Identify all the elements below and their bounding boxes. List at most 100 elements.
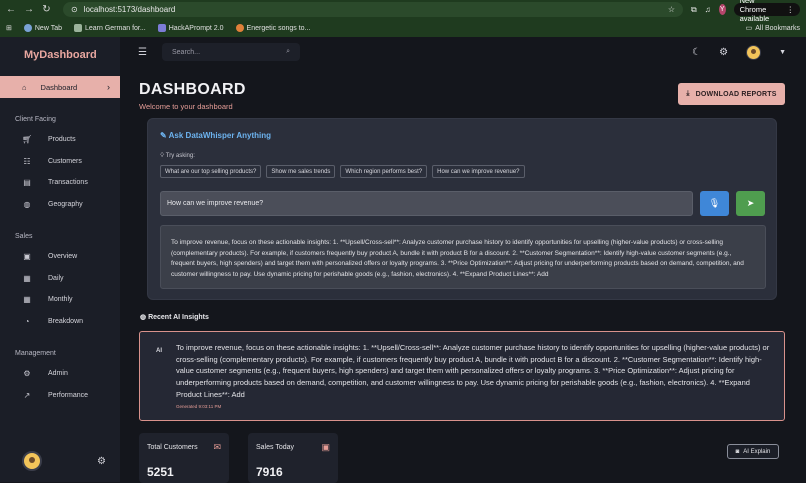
send-icon: ➤ (746, 198, 755, 208)
send-button[interactable]: ➤ (736, 191, 765, 216)
page-subtitle: Welcome to your dashboard (139, 102, 233, 111)
question-input[interactable]: How can we improve revenue? (160, 191, 693, 216)
suggestion-chip[interactable]: How can we improve revenue? (432, 165, 525, 178)
address-bar[interactable]: ⊙ localhost:5173/dashboard ☆ (62, 2, 683, 17)
section-title-sales: Sales (15, 233, 33, 240)
all-bookmarks[interactable]: ▭ All Bookmarks (745, 24, 800, 33)
sidebar-item-breakdown[interactable]: ◔ Breakdown (0, 311, 120, 333)
suggestion-chip[interactable]: What are our top selling products? (160, 165, 262, 178)
profile-avatar[interactable]: Y (718, 4, 726, 15)
bookmark-new-tab[interactable]: New Tab (23, 24, 62, 32)
suggestion-chip[interactable]: Show me sales trends (266, 165, 336, 178)
bookmark-learn-german[interactable]: Learn German for... (73, 24, 146, 32)
sidebar-footer: ⚙ (0, 440, 120, 482)
settings-icon[interactable]: ⚙ (719, 47, 728, 58)
bookmark-energetic-songs[interactable]: Energetic songs to... (235, 24, 311, 32)
dark-mode-icon[interactable]: ☾ (692, 47, 701, 58)
point-of-sale-icon: ▣ (321, 442, 330, 452)
sidebar-item-label: Transactions (48, 179, 88, 187)
sidebar-item-label: Products (48, 136, 76, 144)
app: MyDashboard ⌂ Dashboard › Client Facing … (0, 37, 806, 483)
topbar: ☰ Search... ⌕ ☾ ⚙ ▼ (120, 37, 806, 67)
stat-value: 7916 (256, 465, 283, 479)
sidebar-item-overview[interactable]: ▣ Overview (0, 246, 120, 268)
chevron-right-icon: › (107, 82, 110, 92)
bookmark-label: Energetic songs to... (246, 24, 311, 32)
lightbulb-icon: 💡︎ (160, 153, 165, 159)
profile-avatar[interactable] (746, 44, 762, 60)
bookmark-icon (235, 24, 244, 32)
media-icon[interactable]: ♫ (705, 5, 711, 14)
ask-panel: ✎ Ask DataWhisper Anything 💡︎ Try asking… (147, 118, 777, 300)
point-of-sale-icon: ▣ (23, 252, 31, 262)
stat-value: 5251 (147, 465, 174, 479)
sidebar-item-customers[interactable]: ☷ Customers (0, 151, 120, 173)
sidebar-item-label: Admin (48, 370, 68, 378)
ai-badge: AI (156, 348, 162, 354)
sidebar-item-label: Monthly (48, 296, 73, 304)
sidebar-item-label: Performance (48, 391, 89, 399)
sidebar-item-dashboard[interactable]: ⌂ Dashboard › (0, 76, 120, 98)
cart-icon: 🛒︎ (22, 135, 33, 145)
url-text: localhost:5173/dashboard (83, 5, 176, 14)
suggestion-chip[interactable]: Which region performs best? (340, 165, 428, 178)
receipt-icon: ▤ (23, 178, 31, 188)
section-title-management: Management (15, 350, 56, 357)
download-icon: ⤓ (686, 90, 690, 97)
bookmark-label: HackAPrompt 2.0 (168, 24, 224, 32)
search-icon[interactable]: ⌕ (286, 48, 290, 56)
suggestion-chips: What are our top selling products? Show … (160, 165, 525, 178)
globe-icon (23, 24, 32, 32)
sidebar-item-label: Overview (48, 253, 78, 261)
ai-explain-label: AI Explain (743, 448, 771, 455)
forward-icon[interactable]: → (24, 4, 34, 15)
download-reports-button[interactable]: ⤓ DOWNLOAD REPORTS (678, 83, 785, 105)
ask-title: ✎ Ask DataWhisper Anything (160, 131, 271, 140)
sidebar-item-admin[interactable]: ⚙ Admin (0, 363, 120, 385)
reload-icon[interactable]: ↻ (42, 4, 51, 15)
sidebar-item-label: Dashboard (40, 82, 78, 92)
sidebar-item-label: Customers (48, 157, 82, 165)
folder-icon: ▭ (745, 25, 753, 32)
ask-title-text: Ask DataWhisper Anything (168, 131, 272, 140)
globe-icon: ◍ (23, 199, 31, 209)
answer-box: To improve revenue, focus on these actio… (160, 225, 766, 289)
chrome-update-button[interactable]: New Chrome available ⋮ (733, 0, 800, 23)
insight-text: To improve revenue, focus on these actio… (176, 343, 770, 399)
recent-insights-label: Recent AI Insights (148, 314, 209, 321)
ai-explain-button[interactable]: ◙ AI Explain (727, 444, 779, 459)
page-title: DASHBOARD (139, 81, 246, 98)
home-icon: ⌂ (22, 82, 27, 92)
settings-icon[interactable]: ⚙ (97, 456, 106, 467)
sidebar-item-label: Daily (48, 274, 64, 282)
star-icon[interactable]: ☆ (668, 5, 675, 14)
admin-icon: ⚙ (23, 369, 31, 379)
sidebar-item-daily[interactable]: ▦ Daily (0, 268, 120, 290)
sidebar-item-performance[interactable]: ↗ Performance (0, 385, 120, 407)
sidebar-item-transactions[interactable]: ▤ Transactions (0, 172, 120, 194)
extensions-icon[interactable]: ⧉ (691, 5, 697, 15)
page-header: DASHBOARD Welcome to your dashboard (139, 81, 246, 111)
browser-toolbar: ← → ↻ ⊙ localhost:5173/dashboard ☆ ⧉ ♫ Y… (0, 0, 806, 23)
site-info-icon[interactable]: ⊙ (71, 5, 78, 14)
download-label: DOWNLOAD REPORTS (695, 90, 777, 98)
apps-icon[interactable]: ⊞ (6, 24, 12, 32)
insight-card: AI To improve revenue, focus on these ac… (139, 331, 785, 421)
stat-card-total-customers: Total Customers ✉ 5251 (139, 433, 229, 483)
search-input[interactable]: Search... ⌕ (162, 43, 300, 61)
user-avatar[interactable] (22, 451, 42, 471)
sidebar-item-monthly[interactable]: ▦ Monthly (0, 289, 120, 311)
microphone-button[interactable]: 🎙︎ (700, 191, 729, 216)
section-title-client-facing: Client Facing (15, 116, 56, 123)
bookmark-hackaprompt[interactable]: HackAPrompt 2.0 (157, 24, 224, 32)
back-icon[interactable]: ← (6, 4, 16, 15)
bookmark-label: Learn German for... (84, 24, 146, 32)
try-asking-label: 💡︎ Try asking: (160, 153, 195, 160)
sidebar-item-products[interactable]: 🛒︎ Products (0, 129, 120, 151)
sidebar-item-geography[interactable]: ◍ Geography (0, 194, 120, 216)
chevron-down-icon[interactable]: ▼ (779, 49, 786, 56)
brand-title: MyDashboard (24, 49, 97, 61)
menu-icon[interactable]: ☰ (138, 47, 152, 58)
update-label: New Chrome available (739, 0, 770, 23)
stat-card-sales-today: Sales Today ▣ 7916 (248, 433, 338, 483)
